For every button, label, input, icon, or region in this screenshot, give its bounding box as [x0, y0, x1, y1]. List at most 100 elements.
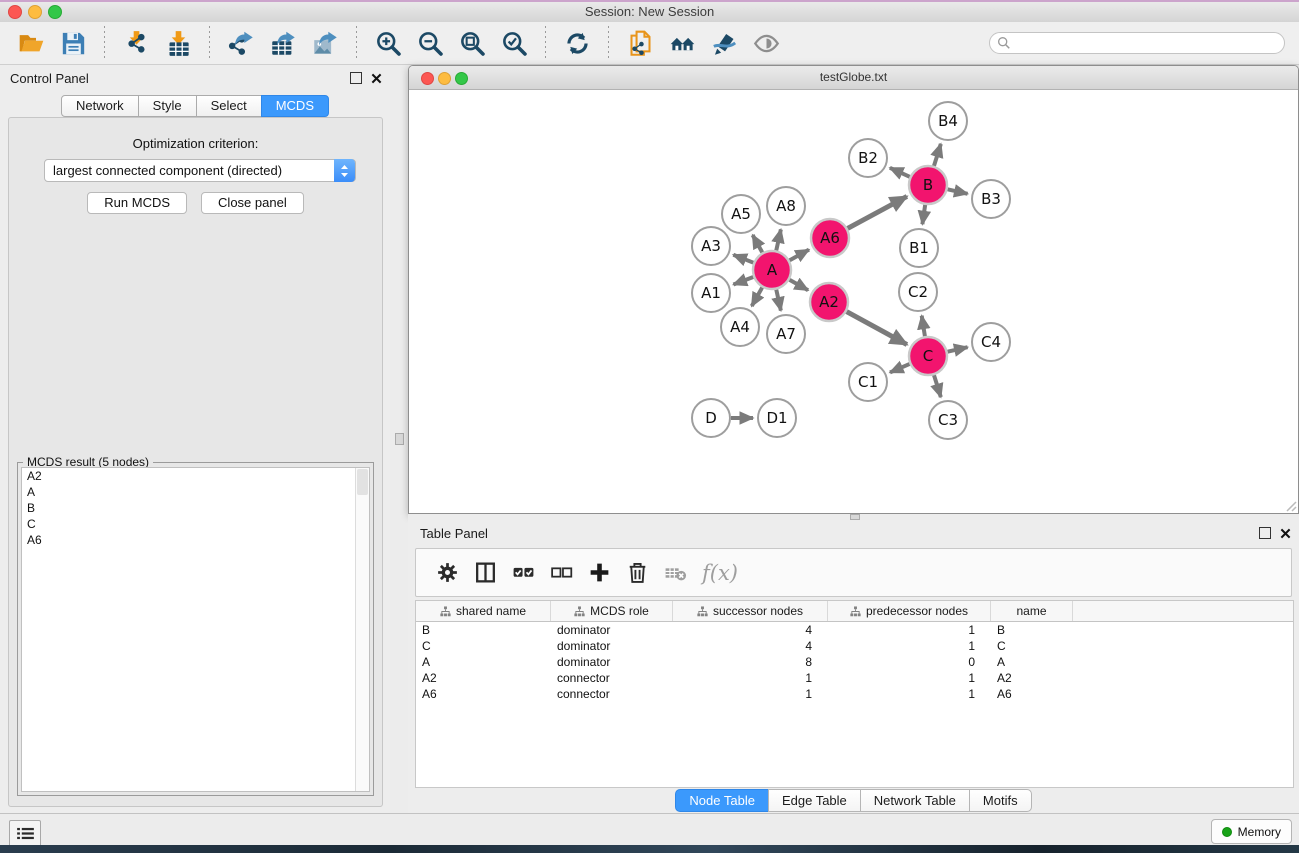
graph-edge-C-C1[interactable]	[890, 364, 910, 373]
refresh-icon[interactable]	[561, 27, 593, 59]
table-row[interactable]: A6connector11A6	[416, 686, 1293, 702]
tab-motifs[interactable]: Motifs	[969, 789, 1032, 812]
run-mcds-button[interactable]: Run MCDS	[87, 192, 187, 214]
graph-node-C2[interactable]: C2	[899, 273, 937, 311]
graph-node-B3[interactable]: B3	[972, 180, 1010, 218]
table-cell[interactable]: 1	[673, 687, 828, 701]
table-cell[interactable]: C	[991, 639, 1073, 653]
table-cell[interactable]: 4	[673, 623, 828, 637]
table-cell[interactable]: 1	[673, 671, 828, 685]
graph-node-A[interactable]: A	[753, 251, 791, 289]
home-icon[interactable]	[666, 27, 698, 59]
graph-edge-B-B3[interactable]	[948, 189, 968, 193]
hide-details-icon[interactable]	[708, 27, 740, 59]
column-header-successor-nodes[interactable]: successor nodes	[673, 601, 828, 621]
mcds-result-list[interactable]: A2ABCA6	[21, 467, 370, 792]
graph-node-C3[interactable]: C3	[929, 401, 967, 439]
vertical-splitter[interactable]	[390, 65, 408, 813]
float-table-panel-icon[interactable]	[1259, 527, 1271, 539]
split-view-icon[interactable]	[470, 558, 500, 588]
result-list-item[interactable]: A6	[22, 532, 369, 548]
table-cell[interactable]: A6	[991, 687, 1073, 701]
settings-icon[interactable]	[432, 558, 462, 588]
column-header-MCDS-role[interactable]: MCDS role	[551, 601, 673, 621]
graph-edge-A-A4[interactable]	[752, 287, 762, 306]
graph-edge-A-A8[interactable]	[776, 229, 781, 250]
open-file-icon[interactable]	[15, 27, 47, 59]
zoom-selected-icon[interactable]	[498, 27, 530, 59]
select-all-icon[interactable]	[508, 558, 538, 588]
resize-grip-icon[interactable]	[1283, 498, 1297, 512]
task-history-button[interactable]	[9, 820, 41, 847]
save-session-icon[interactable]	[57, 27, 89, 59]
tab-select[interactable]: Select	[196, 95, 262, 117]
graph-edge-B-B4[interactable]	[934, 144, 941, 166]
graph-edge-C-C2[interactable]	[922, 316, 925, 337]
graph-edge-B-B2[interactable]	[890, 168, 910, 177]
tab-style[interactable]: Style	[138, 95, 197, 117]
graph-edge-C-C4[interactable]	[948, 347, 968, 351]
graph-node-A2[interactable]: A2	[810, 283, 848, 321]
tab-network[interactable]: Network	[61, 95, 139, 117]
result-scrollbar[interactable]	[355, 468, 369, 791]
graph-node-A5[interactable]: A5	[722, 195, 760, 233]
graph-edge-A2-C[interactable]	[847, 312, 907, 345]
graph-node-C[interactable]: C	[909, 337, 947, 375]
close-table-panel-icon[interactable]	[1280, 528, 1291, 539]
table-cell[interactable]: A2	[416, 671, 551, 685]
export-network-icon[interactable]	[225, 27, 257, 59]
graph-node-A4[interactable]: A4	[721, 308, 759, 346]
column-header-shared-name[interactable]: shared name	[416, 601, 551, 621]
zoom-in-icon[interactable]	[372, 27, 404, 59]
add-column-icon[interactable]	[584, 558, 614, 588]
table-row[interactable]: A2connector11A2	[416, 670, 1293, 686]
graph-edge-A-A6[interactable]	[790, 250, 809, 261]
graph-edge-A-A3[interactable]	[733, 255, 753, 263]
network-window-titlebar[interactable]: testGlobe.txt	[409, 66, 1298, 90]
graph-node-A8[interactable]: A8	[767, 187, 805, 225]
search-input[interactable]	[989, 32, 1285, 54]
table-cell[interactable]: 1	[828, 623, 991, 637]
result-list-item[interactable]: A2	[22, 468, 369, 484]
column-header-predecessor-nodes[interactable]: predecessor nodes	[828, 601, 991, 621]
table-cell[interactable]: 0	[828, 655, 991, 669]
table-cell[interactable]: connector	[551, 671, 673, 685]
table-cell[interactable]: 4	[673, 639, 828, 653]
table-cell[interactable]: dominator	[551, 639, 673, 653]
import-network-icon[interactable]	[120, 27, 152, 59]
graph-node-A7[interactable]: A7	[767, 315, 805, 353]
export-table-icon[interactable]	[267, 27, 299, 59]
table-cell[interactable]: A	[991, 655, 1073, 669]
graph-node-A1[interactable]: A1	[692, 274, 730, 312]
graph-node-B[interactable]: B	[909, 166, 947, 204]
table-cell[interactable]: C	[416, 639, 551, 653]
table-cell[interactable]: A6	[416, 687, 551, 701]
table-cell[interactable]: A2	[991, 671, 1073, 685]
graph-node-B2[interactable]: B2	[849, 139, 887, 177]
table-cell[interactable]: connector	[551, 687, 673, 701]
graph-node-D[interactable]: D	[692, 399, 730, 437]
table-row[interactable]: Cdominator41C	[416, 638, 1293, 654]
delete-column-icon[interactable]	[622, 558, 652, 588]
graph-node-B1[interactable]: B1	[900, 229, 938, 267]
vertical-splitter-handle[interactable]	[395, 433, 404, 445]
close-panel-button[interactable]: Close panel	[201, 192, 304, 214]
deselect-all-icon[interactable]	[546, 558, 576, 588]
network-file-icon[interactable]	[624, 27, 656, 59]
network-canvas[interactable]: B4B2BB3A8A5A6B1A3AC2A1A2A4A7C4CC1C3DD1	[409, 90, 1298, 513]
zoom-fit-icon[interactable]	[456, 27, 488, 59]
graph-node-C4[interactable]: C4	[972, 323, 1010, 361]
tab-mcds[interactable]: MCDS	[261, 95, 329, 117]
show-details-icon[interactable]	[750, 27, 782, 59]
export-image-icon[interactable]	[309, 27, 341, 59]
table-cell[interactable]: B	[416, 623, 551, 637]
graph-edge-C-C3[interactable]	[934, 375, 941, 397]
graph-node-A3[interactable]: A3	[692, 227, 730, 265]
table-cell[interactable]: dominator	[551, 655, 673, 669]
graph-node-A6[interactable]: A6	[811, 219, 849, 257]
close-panel-icon[interactable]	[371, 73, 382, 84]
memory-button[interactable]: Memory	[1211, 819, 1292, 844]
table-row[interactable]: Bdominator41B	[416, 622, 1293, 638]
tab-edge-table[interactable]: Edge Table	[768, 789, 861, 812]
table-cell[interactable]: dominator	[551, 623, 673, 637]
